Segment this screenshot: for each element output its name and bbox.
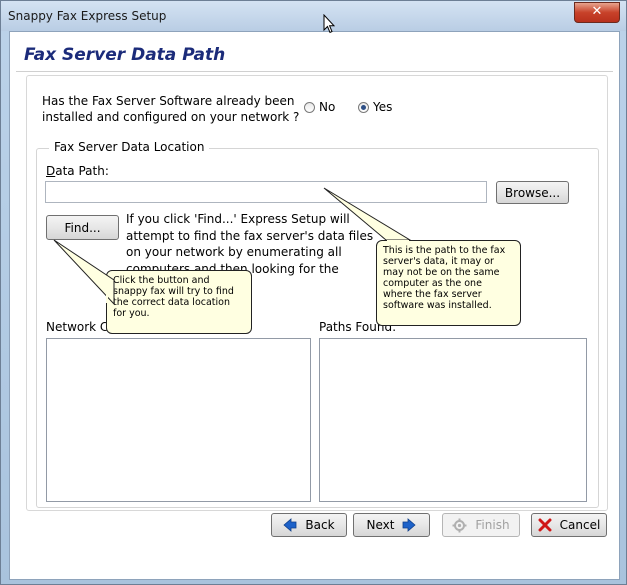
- mouse-cursor-icon: [323, 14, 335, 34]
- finish-label: Finish: [475, 518, 510, 532]
- cancel-label: Cancel: [559, 518, 601, 532]
- title-bar[interactable]: Snappy Fax Express Setup ✕: [1, 1, 626, 31]
- page-title: Fax Server Data Path: [24, 45, 226, 65]
- wizard-client-area: Fax Server Data Path Has the Fax Server …: [9, 31, 620, 580]
- data-path-tooltip-pointer: [323, 187, 412, 242]
- window-title: Snappy Fax Express Setup: [8, 9, 167, 23]
- data-location-group-label: Fax Server Data Location: [49, 140, 210, 154]
- paths-found-list[interactable]: [319, 338, 587, 502]
- back-button[interactable]: Back: [271, 513, 347, 537]
- close-icon: ✕: [591, 4, 603, 19]
- data-path-tooltip: This is the path to the fax server's dat…: [323, 187, 521, 326]
- network-computers-list[interactable]: [46, 338, 311, 502]
- next-button[interactable]: Next: [353, 513, 430, 537]
- finish-gear-icon: [452, 518, 467, 532]
- radio-yes[interactable]: Yes: [358, 100, 392, 114]
- title-divider: [16, 71, 613, 72]
- cancel-x-icon: [538, 518, 552, 532]
- find-tooltip-text: Click the button and snappy fax will try…: [113, 275, 234, 319]
- browse-button[interactable]: Browse...: [496, 181, 569, 204]
- data-path-input[interactable]: [45, 181, 487, 203]
- data-path-label: Data Path:: [46, 164, 109, 178]
- find-button[interactable]: Find...: [46, 215, 119, 240]
- back-label: Back: [305, 518, 335, 532]
- radio-no[interactable]: No: [304, 100, 335, 114]
- radio-yes-circle[interactable]: [358, 101, 369, 113]
- next-label: Next: [366, 518, 395, 532]
- radio-no-circle[interactable]: [304, 101, 315, 113]
- close-button[interactable]: ✕: [574, 2, 620, 23]
- radio-yes-label[interactable]: Yes: [373, 100, 392, 114]
- radio-no-label[interactable]: No: [319, 100, 335, 114]
- finish-button[interactable]: Finish: [442, 513, 520, 537]
- installed-question: Has the Fax Server Software already been…: [42, 94, 300, 124]
- next-arrow-icon: [403, 518, 417, 532]
- setup-window: Snappy Fax Express Setup ✕ Fax Server Da…: [0, 0, 627, 585]
- find-tooltip: Click the button and snappy fax will try…: [53, 239, 252, 334]
- data-path-tooltip-text: This is the path to the fax server's dat…: [383, 245, 506, 311]
- cancel-button[interactable]: Cancel: [531, 513, 607, 537]
- find-tooltip-pointer: [53, 239, 115, 306]
- back-arrow-icon: [283, 518, 297, 532]
